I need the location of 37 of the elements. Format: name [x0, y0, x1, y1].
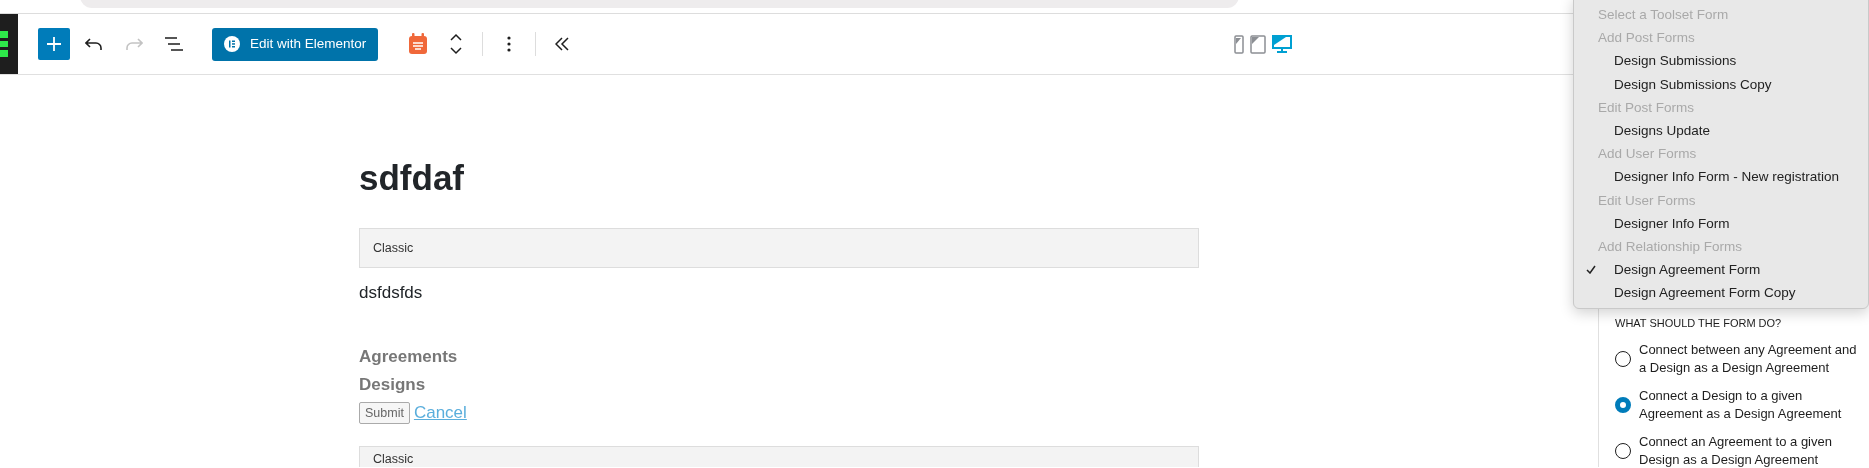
- menu-item[interactable]: Design Submissions: [1574, 49, 1868, 73]
- list-icon: [165, 37, 183, 51]
- menu-item[interactable]: Designer Info Form - New registration: [1574, 165, 1868, 189]
- section-heading: WHAT SHOULD THE FORM DO?: [1615, 316, 1783, 331]
- radio-label[interactable]: Connect between any Agreement and a Design as a Design Agreement: [1639, 340, 1857, 377]
- field-label: Agreements: [359, 345, 458, 368]
- menu-item[interactable]: Design Agreement Form: [1574, 258, 1868, 282]
- radio-button[interactable]: [1615, 443, 1631, 460]
- radio-button[interactable]: [1615, 397, 1631, 414]
- redo-icon: [125, 37, 143, 51]
- classic-block[interactable]: Classic: [359, 228, 1199, 268]
- menu-item[interactable]: Design Agreement Form Copy: [1574, 281, 1868, 305]
- logo-icon[interactable]: [0, 31, 8, 57]
- menu-group-header: Edit Post Forms: [1597, 98, 1696, 117]
- radio-label[interactable]: Connect a Design to a given Agreement as a Design Agreement: [1639, 386, 1857, 424]
- undo-icon: [85, 37, 103, 51]
- mobile-preview-icon[interactable]: [1234, 34, 1245, 54]
- classic-block[interactable]: Classic: [359, 445, 1199, 467]
- menu-group-header: Select a Toolset Form: [1597, 6, 1730, 24]
- menu-item[interactable]: Designer Info Form: [1574, 211, 1868, 235]
- menu-group-header: Edit User Forms: [1597, 191, 1697, 210]
- tablet-preview-icon[interactable]: [1250, 34, 1267, 54]
- radio-button[interactable]: [1615, 350, 1631, 367]
- menu-item[interactable]: Designs Update: [1574, 118, 1868, 143]
- menu-group-header: Add User Forms: [1597, 145, 1698, 164]
- paragraph-text: dsfdsfds: [359, 282, 423, 304]
- desktop-preview-icon[interactable]: [1272, 34, 1293, 54]
- menu-group-header: Add Post Forms: [1597, 29, 1696, 48]
- submit-button[interactable]: Submit: [359, 401, 410, 425]
- elementor-logo-icon: [224, 36, 240, 52]
- field-label: Designs: [359, 374, 426, 397]
- menu-group-header: Add Relationship Forms: [1597, 237, 1744, 256]
- plus-icon: [46, 36, 62, 52]
- menu-item[interactable]: Design Submissions Copy: [1574, 72, 1868, 96]
- radio-label[interactable]: Connect an Agreement to a given Design as a Design Agreement: [1639, 433, 1857, 467]
- elementor-button[interactable]: Edit with Elementor: [212, 27, 379, 61]
- add-block-button[interactable]: [38, 28, 70, 60]
